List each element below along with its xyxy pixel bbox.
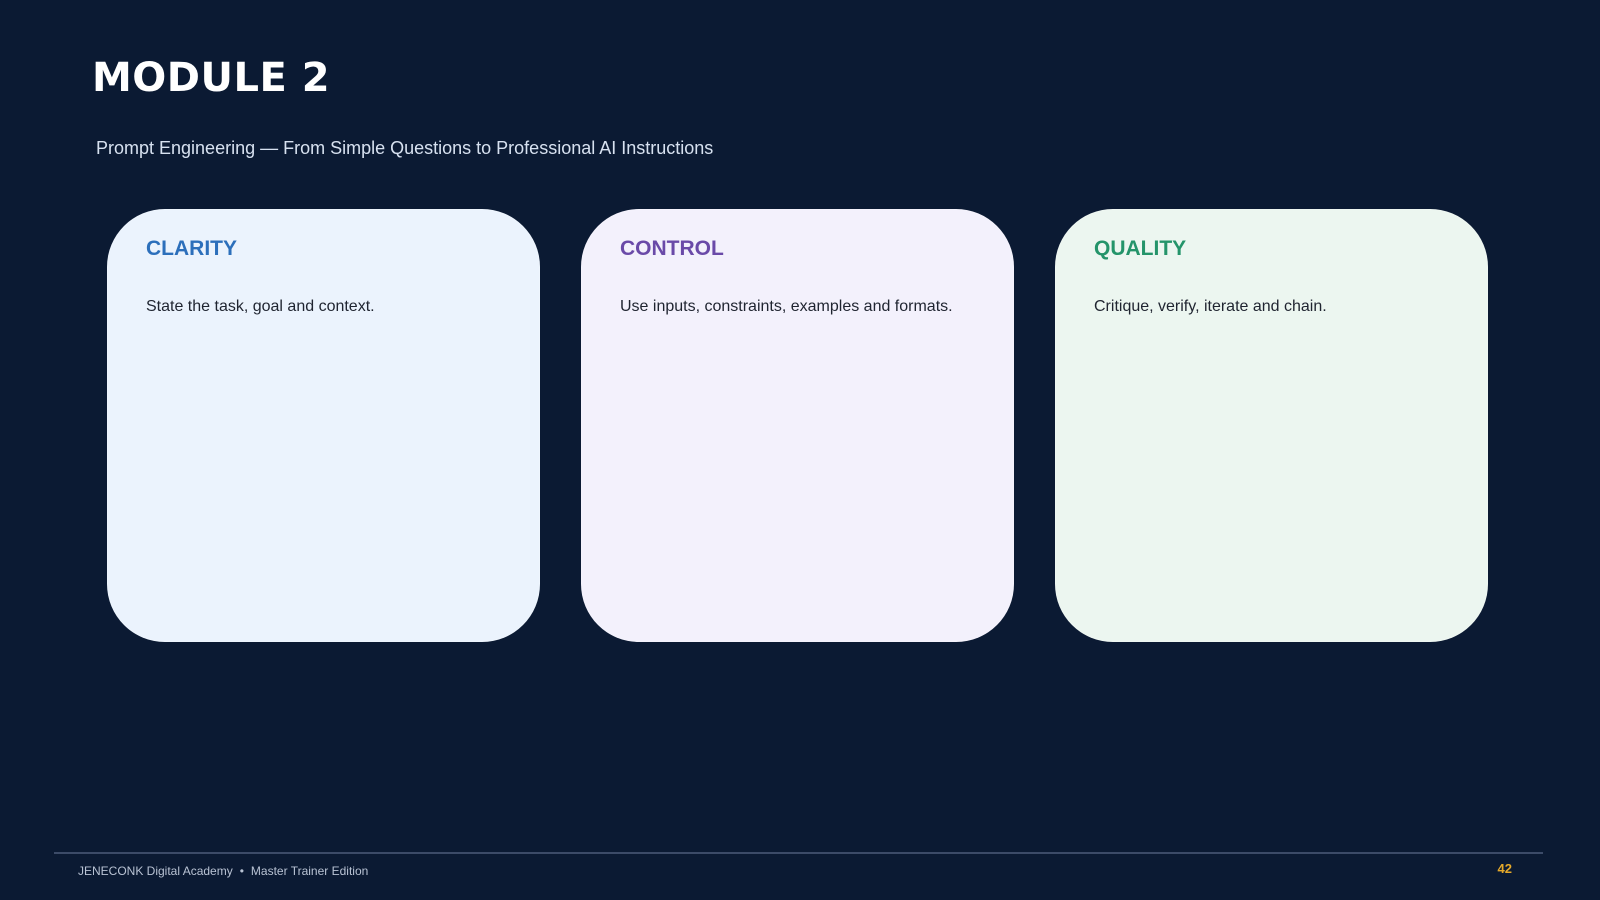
card-heading: QUALITY [1094,237,1187,260]
card-clarity: CLARITY State the task, goal and context… [107,209,540,642]
card-control: CONTROL Use inputs, constraints, example… [581,209,1014,642]
card-heading: CONTROL [620,237,724,260]
card-body: Use inputs, constraints, examples and fo… [620,298,953,315]
slide-subtitle: Prompt Engineering — From Simple Questio… [96,138,714,158]
card-body: State the task, goal and context. [146,298,375,315]
card-quality: QUALITY Critique, verify, iterate and ch… [1055,209,1488,642]
footer-edition: Master Trainer Edition [250,864,369,878]
card-heading: CLARITY [146,237,237,260]
slide-title: MODULE 2 [92,55,331,101]
page-number: 42 [1497,861,1512,876]
footer-divider [54,852,1543,854]
footer-text: JENECONK Digital Academy • Master Trainer … [78,863,368,879]
footer-separator: • [239,864,244,878]
footer-organization: JENECONK Digital Academy [78,864,233,878]
card-body: Critique, verify, iterate and chain. [1094,298,1327,315]
